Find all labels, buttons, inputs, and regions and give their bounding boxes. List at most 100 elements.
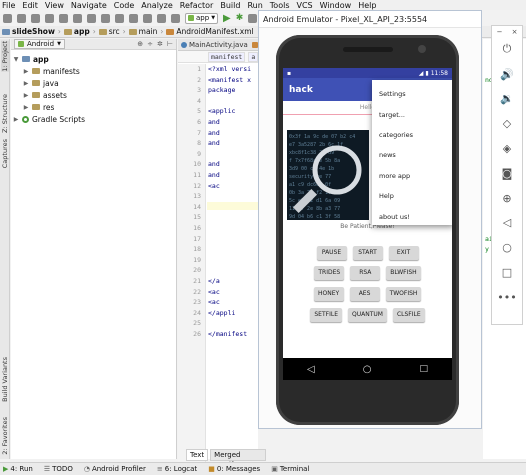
- twofish-button[interactable]: TWOFISH: [385, 287, 422, 301]
- device-screen[interactable]: ▪ ◢ ▮ 11:58 hack Hello 0x3f 1a 9c de 07 …: [283, 68, 452, 380]
- start-button[interactable]: START: [352, 246, 383, 260]
- menu-window[interactable]: Window: [320, 1, 352, 10]
- run-icon[interactable]: ▶: [223, 13, 231, 24]
- collapsed-arrow-icon[interactable]: ▶: [23, 80, 29, 87]
- menu-edit[interactable]: Edit: [22, 1, 38, 10]
- cut-icon[interactable]: [73, 13, 82, 23]
- copy-icon[interactable]: [87, 13, 96, 23]
- camera-icon[interactable]: ◙: [492, 161, 522, 186]
- breadcrumb-src[interactable]: src: [98, 27, 120, 36]
- menu-code[interactable]: Code: [114, 1, 134, 10]
- tool-todo[interactable]: ☰ TODO: [44, 465, 73, 473]
- minimize-button[interactable]: −: [497, 28, 503, 36]
- tree-item-res[interactable]: ▶ res: [11, 101, 176, 113]
- menu-view[interactable]: View: [45, 1, 64, 10]
- close-button[interactable]: ×: [512, 28, 518, 36]
- power-icon[interactable]: ⏻: [492, 37, 522, 62]
- blwfish-button[interactable]: BLWFISH: [386, 266, 421, 280]
- run-config-dropdown[interactable]: app ▼: [185, 12, 219, 24]
- menu-item-help[interactable]: Help: [372, 186, 452, 206]
- undo-icon[interactable]: [45, 13, 54, 23]
- tool-tab-favorites[interactable]: 2: Favorites: [1, 417, 9, 455]
- menu-refactor[interactable]: Refactor: [180, 1, 214, 10]
- breadcrumb-project[interactable]: slideShow: [2, 27, 55, 36]
- aes-button[interactable]: AES: [349, 287, 380, 301]
- pause-button[interactable]: PAUSE: [316, 246, 347, 260]
- back-icon[interactable]: ◁: [492, 211, 522, 236]
- menu-item-about-us[interactable]: about us!: [372, 206, 452, 226]
- replace-icon[interactable]: [129, 13, 138, 23]
- tree-item-assets[interactable]: ▶ assets: [11, 89, 176, 101]
- tree-item-gradle-scripts[interactable]: ▶ Gradle Scripts: [11, 113, 176, 125]
- rotate-right-icon[interactable]: ◈: [492, 136, 522, 161]
- honey-button[interactable]: HONEY: [313, 287, 344, 301]
- menu-build[interactable]: Build: [220, 1, 240, 10]
- tool-logcat[interactable]: ≡ 6: Logcat: [157, 465, 197, 473]
- menu-run[interactable]: Run: [247, 1, 262, 10]
- home-icon[interactable]: ○: [492, 235, 522, 260]
- clsfile-button[interactable]: CLSFILE: [392, 308, 425, 322]
- tree-item-java[interactable]: ▶ java: [11, 77, 176, 89]
- make-project-icon[interactable]: [171, 13, 180, 23]
- menu-item-target[interactable]: target...: [372, 104, 452, 124]
- tool-tab-captures[interactable]: Captures: [1, 139, 9, 168]
- tab-mainactivity[interactable]: MainActivity.java: [181, 41, 248, 49]
- paste-icon[interactable]: [101, 13, 110, 23]
- save-icon[interactable]: [17, 13, 26, 23]
- menu-analyze[interactable]: Analyze: [141, 1, 173, 10]
- emulator-title-bar[interactable]: Android Emulator - Pixel_XL_API_23:5554: [259, 11, 481, 28]
- breadcrumb-main[interactable]: main: [128, 27, 157, 36]
- debug-icon[interactable]: ✱: [236, 13, 244, 23]
- tool-tab-structure[interactable]: Z: Structure: [1, 94, 9, 133]
- project-view-dropdown[interactable]: Android ▼: [14, 39, 65, 49]
- setfile-button[interactable]: SETFILE: [310, 308, 342, 322]
- attach-debugger-icon[interactable]: [248, 13, 258, 23]
- menu-vcs[interactable]: VCS: [297, 1, 313, 10]
- collapsed-arrow-icon[interactable]: ▶: [13, 116, 19, 123]
- menu-item-categories[interactable]: categories: [372, 125, 452, 145]
- hide-icon[interactable]: ⊢: [167, 40, 173, 48]
- tool-tab-build-variants[interactable]: Build Variants: [1, 357, 9, 402]
- menu-file[interactable]: File: [2, 1, 15, 10]
- volume-down-icon[interactable]: 🔉: [492, 87, 522, 112]
- home-icon[interactable]: ○: [363, 364, 372, 375]
- overview-icon[interactable]: □: [419, 364, 428, 374]
- tab-text[interactable]: Text: [186, 449, 209, 461]
- sync-icon[interactable]: ⊕: [137, 40, 143, 48]
- tab-merged-manifest[interactable]: Merged Manifest: [210, 449, 266, 469]
- menu-item-more-app[interactable]: more app: [372, 166, 452, 186]
- tool-messages[interactable]: ■ 0: Messages: [208, 465, 260, 473]
- tool-android-profiler[interactable]: ◔ Android Profiler: [84, 465, 146, 473]
- collapsed-arrow-icon[interactable]: ▶: [23, 104, 29, 111]
- find-icon[interactable]: [115, 13, 124, 23]
- trides-button[interactable]: TRIDES: [314, 266, 345, 280]
- menu-tools[interactable]: Tools: [270, 1, 290, 10]
- tree-item-manifests[interactable]: ▶ manifests: [11, 65, 176, 77]
- menu-navigate[interactable]: Navigate: [71, 1, 107, 10]
- quantum-button[interactable]: QUANTUM: [347, 308, 387, 322]
- more-icon[interactable]: •••: [492, 285, 522, 310]
- xml-breadcrumb-item[interactable]: manifest: [208, 51, 246, 62]
- exit-button[interactable]: EXIT: [388, 246, 419, 260]
- tool-terminal[interactable]: ▣ Terminal: [271, 465, 309, 473]
- collapsed-arrow-icon[interactable]: ▶: [23, 92, 29, 99]
- menu-item-news[interactable]: news: [372, 145, 452, 165]
- xml-breadcrumb-item[interactable]: a: [248, 51, 259, 62]
- volume-up-icon[interactable]: 🔊: [492, 62, 522, 87]
- expand-arrow-icon[interactable]: ▼: [13, 56, 19, 63]
- sync-icon[interactable]: [31, 13, 40, 23]
- collapse-all-icon[interactable]: ÷: [147, 40, 153, 48]
- rotate-left-icon[interactable]: ◇: [492, 111, 522, 136]
- tool-tab-project[interactable]: 1: Project: [1, 41, 9, 72]
- breadcrumb-manifest[interactable]: AndroidManifest.xml: [166, 27, 254, 36]
- open-folder-icon[interactable]: [3, 13, 12, 23]
- back-icon[interactable]: ◁: [307, 364, 315, 375]
- collapsed-arrow-icon[interactable]: ▶: [23, 68, 29, 75]
- forward-nav-icon[interactable]: [157, 13, 166, 23]
- tool-run[interactable]: ▶ 4: Run: [3, 465, 33, 473]
- menu-item-settings[interactable]: Settings: [372, 84, 452, 104]
- breadcrumb-app[interactable]: app: [63, 27, 90, 36]
- rsa-button[interactable]: RSA: [350, 266, 381, 280]
- back-nav-icon[interactable]: [143, 13, 152, 23]
- tree-item-app[interactable]: ▼ app: [11, 53, 176, 65]
